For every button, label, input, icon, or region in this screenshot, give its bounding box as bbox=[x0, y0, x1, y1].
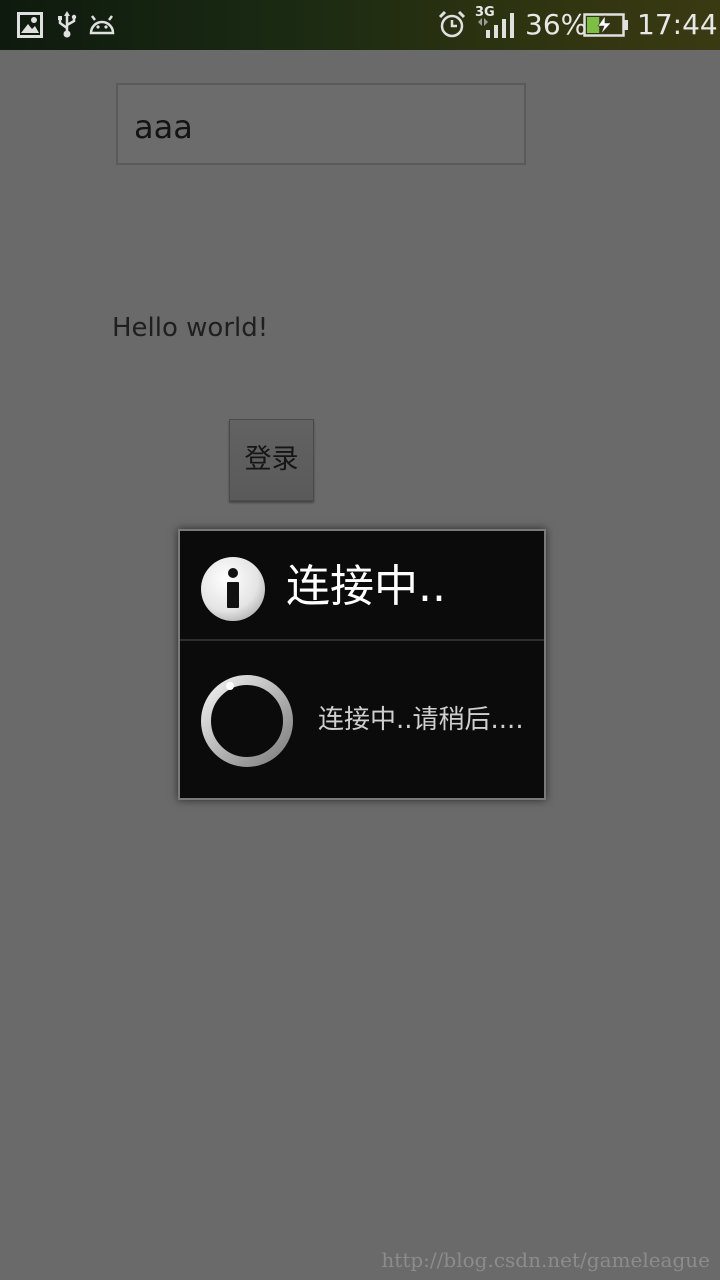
usb-icon bbox=[56, 11, 78, 43]
screen: 3G 36% 17:44 aaa Hello world! 登录 连接中.. 连… bbox=[0, 0, 720, 1280]
alarm-icon bbox=[438, 10, 466, 43]
battery-percent: 36% bbox=[525, 8, 588, 41]
gallery-icon bbox=[17, 12, 43, 42]
login-button[interactable]: 登录 bbox=[229, 419, 314, 501]
username-input[interactable]: aaa bbox=[116, 83, 526, 165]
clock: 17:44 bbox=[637, 8, 718, 41]
progress-dialog: 连接中.. 连接中..请稍后.... bbox=[178, 529, 546, 800]
dialog-message: 连接中..请稍后.... bbox=[318, 705, 524, 735]
dialog-title: 连接中.. bbox=[286, 561, 446, 612]
loading-spinner-icon bbox=[200, 674, 294, 772]
battery-charging-icon bbox=[583, 13, 629, 41]
watermark: http://blog.csdn.net/gameleague bbox=[381, 1248, 710, 1272]
username-input-value: aaa bbox=[134, 108, 193, 146]
dialog-body: 连接中..请稍后.... bbox=[180, 641, 544, 798]
signal-icon bbox=[476, 12, 516, 42]
status-bar: 3G 36% 17:44 bbox=[0, 0, 720, 50]
info-icon bbox=[200, 556, 266, 626]
dialog-header: 连接中.. bbox=[180, 531, 544, 639]
android-debug-icon bbox=[88, 14, 116, 40]
hello-text: Hello world! bbox=[112, 313, 269, 343]
